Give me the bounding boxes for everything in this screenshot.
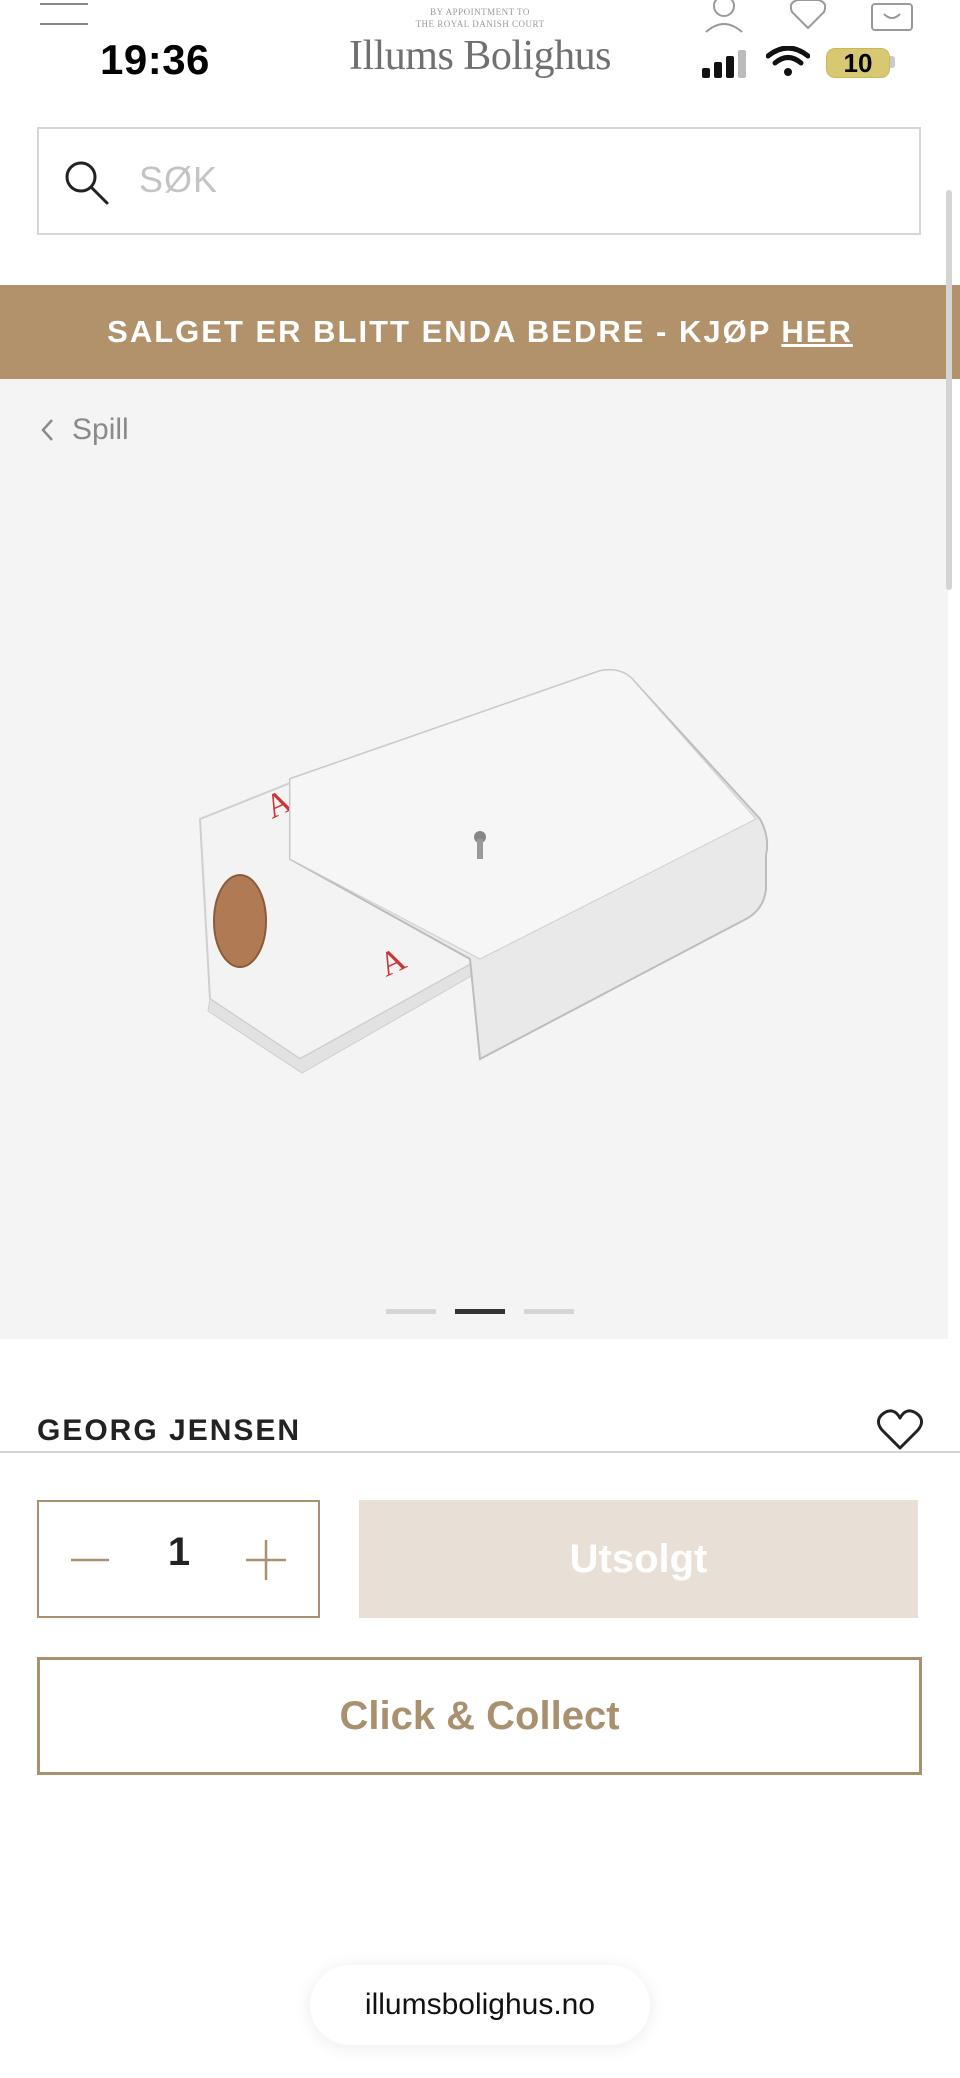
pager-dot[interactable] bbox=[386, 1309, 436, 1314]
battery-tip bbox=[890, 56, 895, 68]
bag-icon[interactable] bbox=[871, 3, 913, 31]
user-icon[interactable] bbox=[705, 0, 743, 33]
signal-icon bbox=[702, 50, 746, 78]
plus-icon[interactable] bbox=[244, 1538, 288, 1582]
promo-text: SALGET ER BLITT ENDA BEDRE - KJØP bbox=[107, 314, 772, 349]
soldout-button[interactable]: Utsolgt bbox=[359, 1500, 918, 1618]
chevron-left-icon bbox=[41, 419, 53, 441]
status-time: 19:36 bbox=[100, 36, 210, 83]
gallery-pager bbox=[386, 1309, 576, 1317]
battery-level: 10 bbox=[826, 48, 890, 78]
product-brand[interactable]: GEORG JENSEN bbox=[37, 1414, 301, 1448]
breadcrumb-label: Spill bbox=[72, 413, 129, 446]
search-input[interactable]: SØK bbox=[139, 159, 218, 201]
pager-dot-active[interactable] bbox=[455, 1309, 505, 1314]
browser-url-pill[interactable]: illumsbolighus.no bbox=[310, 1965, 650, 2045]
battery-icon: 10 bbox=[826, 44, 896, 80]
scrollbar[interactable] bbox=[946, 190, 952, 590]
wishlist-heart-icon[interactable] bbox=[876, 1408, 924, 1452]
breadcrumb[interactable]: Spill bbox=[38, 413, 129, 447]
product-gallery[interactable]: Spill A A bbox=[0, 379, 948, 1339]
heart-icon[interactable] bbox=[789, 0, 827, 30]
search-icon bbox=[65, 161, 109, 205]
minus-icon[interactable] bbox=[69, 1542, 111, 1578]
divider bbox=[0, 1451, 960, 1453]
header-icons bbox=[705, 0, 913, 33]
logo-tagline-2: THE ROYAL DANISH COURT bbox=[415, 19, 545, 29]
quantity-stepper[interactable]: 1 bbox=[37, 1500, 320, 1618]
product-image: A A bbox=[198, 669, 769, 1074]
header: 19:36 BY APPOINTMENT TO THE ROYAL DANISH… bbox=[0, 0, 960, 110]
search-bar[interactable]: SØK bbox=[37, 127, 921, 235]
menu-icon[interactable] bbox=[40, 0, 88, 30]
click-collect-button[interactable]: Click & Collect bbox=[37, 1657, 922, 1775]
promo-link[interactable]: HER bbox=[781, 314, 852, 350]
promo-banner[interactable]: SALGET ER BLITT ENDA BEDRE - KJØP HER bbox=[0, 285, 960, 379]
wifi-icon bbox=[766, 46, 810, 76]
pager-dot[interactable] bbox=[524, 1309, 574, 1314]
logo[interactable]: BY APPOINTMENT TO THE ROYAL DANISH COURT… bbox=[330, 6, 630, 80]
logo-tagline-1: BY APPOINTMENT TO bbox=[430, 7, 530, 17]
logo-text: Illums Bolighus bbox=[348, 33, 612, 79]
quantity-value: 1 bbox=[167, 1530, 191, 1574]
